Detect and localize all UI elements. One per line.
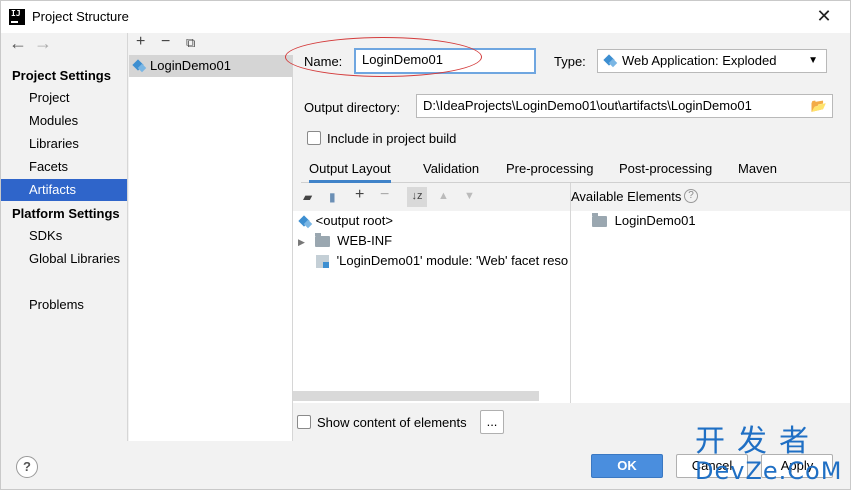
nav-item-facets[interactable]: Facets — [1, 156, 127, 178]
web-facet-icon — [316, 255, 329, 269]
type-label: Type: — [554, 54, 586, 69]
nav-item-modules[interactable]: Modules — [1, 110, 127, 132]
available-elements-header: Available Elements ? — [570, 183, 850, 211]
nav-item-sdks[interactable]: SDKs — [1, 225, 127, 247]
back-arrow-icon[interactable]: ← — [9, 33, 27, 54]
nav-item-problems[interactable]: Problems — [1, 294, 127, 316]
copy-icon[interactable]: ⧉ — [186, 34, 195, 52]
move-up-icon[interactable]: ▲ — [438, 187, 449, 205]
title-bar: IJ Project Structure ✕ — [1, 1, 850, 33]
artifacts-toolbar: + − ⧉ — [129, 33, 293, 55]
platform-settings-heading: Platform Settings — [12, 206, 120, 221]
forward-arrow-icon[interactable]: → — [34, 33, 52, 54]
create-directory-icon[interactable]: ▰ — [303, 188, 312, 206]
help-icon[interactable]: ? — [684, 189, 698, 203]
include-build-checkbox[interactable] — [307, 131, 321, 145]
web-facet-label: 'LoginDemo01' module: 'Web' facet reso — [336, 253, 569, 268]
window-title: Project Structure — [32, 9, 129, 24]
folder-icon — [314, 233, 330, 248]
type-select[interactable]: Web Application: Exploded ▼ — [597, 49, 827, 73]
add-icon[interactable]: + — [136, 33, 145, 51]
available-module-item[interactable]: LoginDemo01 — [592, 211, 696, 231]
web-facet-node[interactable]: 'LoginDemo01' module: 'Web' facet reso — [316, 251, 568, 271]
web-app-icon — [603, 54, 617, 68]
output-root-label: <output root> — [315, 213, 393, 228]
output-directory-value: D:\IdeaProjects\LoginDemo01\out\artifact… — [423, 98, 752, 113]
apply-button[interactable]: Apply — [761, 454, 833, 478]
ok-button[interactable]: OK — [591, 454, 663, 478]
available-module-label: LoginDemo01 — [614, 213, 696, 228]
name-field[interactable]: LoginDemo01 — [354, 48, 536, 74]
include-build-label: Include in project build — [327, 131, 457, 146]
type-value: Web Application: Exploded — [622, 53, 777, 68]
expand-arrow-icon[interactable]: ▶ — [298, 237, 305, 247]
output-directory-label: Output directory: — [304, 100, 401, 115]
artifact-detail-panel: Name: LoginDemo01 Type: Web Application:… — [293, 33, 850, 441]
artifacts-list-panel: + − ⧉ LoginDemo01 — [129, 33, 293, 441]
artifact-tabs: Output Layout Validation Pre-processing … — [301, 159, 850, 183]
artifact-item[interactable]: LoginDemo01 — [129, 55, 293, 77]
cancel-button[interactable]: Cancel — [676, 454, 748, 478]
tab-validation[interactable]: Validation — [423, 159, 479, 183]
ellipsis-button[interactable]: ... — [480, 410, 504, 434]
web-inf-node[interactable]: ▶ WEB-INF — [298, 231, 392, 251]
project-settings-heading: Project Settings — [12, 68, 111, 83]
close-icon[interactable]: ✕ — [813, 5, 835, 27]
show-content-label: Show content of elements — [317, 415, 467, 430]
move-down-icon[interactable]: ▼ — [464, 187, 475, 205]
project-structure-dialog: IJ Project Structure ✕ ← → Project Setti… — [0, 0, 851, 490]
settings-nav: ← → Project Settings Project Modules Lib… — [1, 33, 128, 441]
available-elements-title: Available Elements — [571, 189, 682, 204]
remove-icon[interactable]: − — [161, 33, 170, 51]
tab-post-processing[interactable]: Post-processing — [619, 159, 712, 183]
sort-icon[interactable]: ↓z — [407, 187, 427, 207]
show-content-checkbox[interactable] — [297, 415, 311, 429]
nav-item-project[interactable]: Project — [1, 87, 127, 109]
tab-maven[interactable]: Maven — [738, 159, 777, 183]
intellij-logo-icon: IJ — [9, 9, 25, 25]
help-button[interactable]: ? — [16, 456, 38, 478]
module-folder-icon — [592, 213, 607, 228]
nav-item-libraries[interactable]: Libraries — [1, 133, 127, 155]
output-root-icon — [298, 215, 312, 229]
output-layout-area: ▰ ▮ + − ↓z ▲ ▼ Available Elements ? <out… — [293, 183, 850, 403]
folder-browse-icon[interactable]: 📂 — [811, 95, 827, 117]
artifact-name: LoginDemo01 — [150, 58, 231, 73]
horizontal-scrollbar[interactable] — [293, 391, 539, 401]
output-directory-field[interactable]: D:\IdeaProjects\LoginDemo01\out\artifact… — [416, 94, 833, 118]
name-label: Name: — [304, 54, 343, 69]
nav-item-artifacts[interactable]: Artifacts — [1, 179, 127, 201]
nav-item-global-libraries[interactable]: Global Libraries — [1, 248, 127, 270]
add-element-icon[interactable]: + — [355, 186, 364, 204]
web-artifact-icon — [132, 59, 146, 73]
output-root-node[interactable]: <output root> — [298, 211, 393, 231]
available-elements-list: LoginDemo01 — [570, 211, 850, 403]
layout-toolbar: ▰ ▮ + − ↓z ▲ ▼ — [293, 183, 570, 211]
remove-element-icon[interactable]: − — [380, 186, 389, 204]
chevron-down-icon: ▼ — [808, 55, 818, 66]
tab-output-layout[interactable]: Output Layout — [309, 159, 391, 183]
web-inf-label: WEB-INF — [337, 233, 393, 248]
create-archive-icon[interactable]: ▮ — [329, 188, 336, 206]
tab-pre-processing[interactable]: Pre-processing — [506, 159, 593, 183]
